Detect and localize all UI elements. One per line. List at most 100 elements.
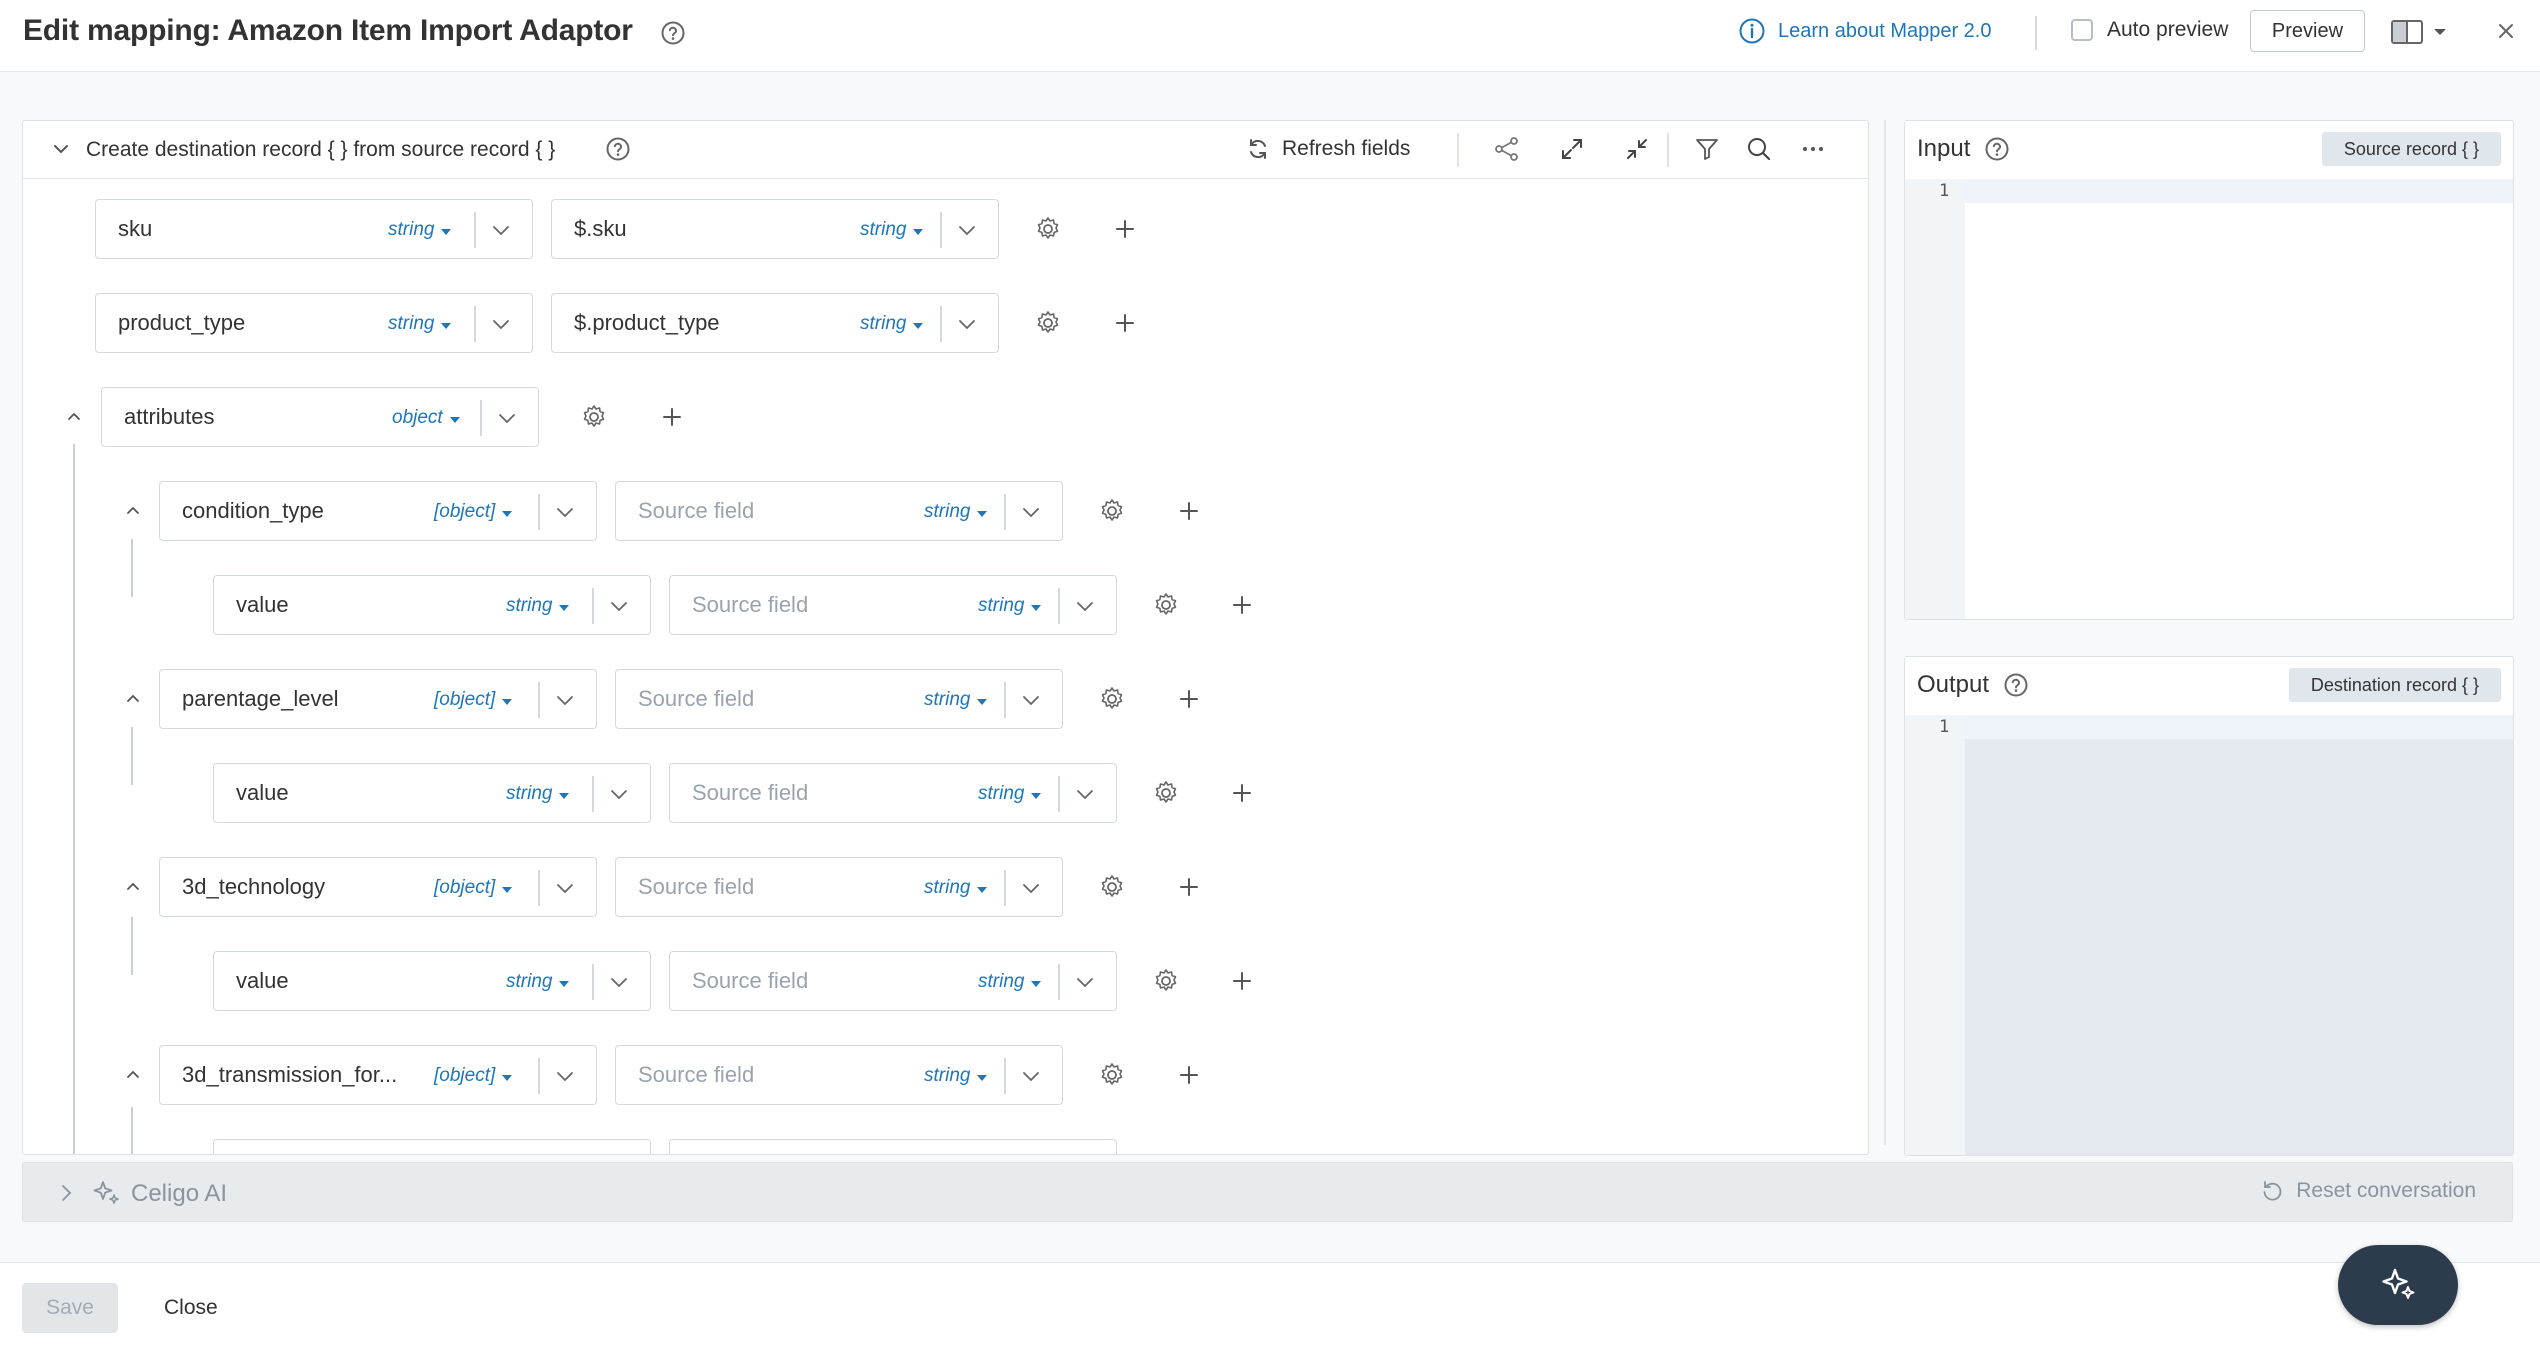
destination-type-dropdown[interactable]: object (392, 407, 460, 429)
destination-field[interactable]: value string (213, 575, 651, 635)
add-icon[interactable] (1229, 780, 1255, 806)
destination-type-dropdown[interactable]: string (506, 783, 570, 805)
destination-field[interactable]: product_type string (95, 293, 533, 353)
settings-gear-icon[interactable] (1033, 214, 1063, 244)
chevron-up-icon[interactable] (125, 879, 141, 895)
destination-type-dropdown[interactable]: string (506, 971, 570, 993)
chevron-down-icon[interactable] (1020, 689, 1042, 711)
add-icon[interactable] (659, 404, 685, 430)
help-icon[interactable] (1984, 136, 2010, 162)
source-field[interactable]: Source field string (669, 951, 1117, 1011)
ai-assistant-button[interactable] (2338, 1245, 2458, 1325)
destination-field[interactable]: condition_type [object] (159, 481, 597, 541)
celigo-ai-bar[interactable]: Celigo AI Reset conversation (22, 1162, 2513, 1222)
source-type-dropdown[interactable]: string (860, 313, 924, 335)
settings-gear-icon[interactable] (1097, 496, 1127, 526)
destination-field[interactable]: 3d_technology [object] (159, 857, 597, 917)
help-icon[interactable] (605, 136, 631, 162)
settings-gear-icon[interactable] (1151, 778, 1181, 808)
destination-type-dropdown[interactable]: [object] (434, 501, 513, 523)
chevron-down-icon[interactable] (554, 501, 576, 523)
help-icon[interactable] (660, 20, 686, 46)
chevron-down-icon[interactable] (1020, 1065, 1042, 1087)
chevron-down-icon[interactable] (554, 1065, 576, 1087)
chevron-down-icon[interactable] (490, 219, 512, 241)
source-field[interactable]: Source field string (669, 763, 1117, 823)
add-icon[interactable] (1176, 874, 1202, 900)
source-field[interactable] (669, 1139, 1117, 1154)
chevron-down-icon[interactable] (608, 783, 630, 805)
source-type-dropdown[interactable]: string (860, 219, 924, 241)
chevron-down-icon[interactable] (51, 139, 71, 159)
settings-gear-icon[interactable] (1033, 308, 1063, 338)
source-field[interactable]: Source field string (615, 481, 1063, 541)
chevron-down-icon[interactable] (1074, 595, 1096, 617)
source-record-badge[interactable]: Source record { } (2321, 132, 2501, 166)
chevron-up-icon[interactable] (125, 503, 141, 519)
settings-gear-icon[interactable] (1151, 966, 1181, 996)
auto-preview-checkbox[interactable] (2071, 19, 2093, 41)
source-type-dropdown[interactable]: string (924, 501, 988, 523)
share-icon[interactable] (1493, 135, 1521, 163)
settings-gear-icon[interactable] (1097, 1060, 1127, 1090)
layout-toggle-icon[interactable] (2390, 18, 2450, 46)
destination-type-dropdown[interactable]: string (388, 219, 452, 241)
settings-gear-icon[interactable] (1151, 590, 1181, 620)
chevron-down-icon[interactable] (1074, 783, 1096, 805)
destination-field[interactable]: parentage_level [object] (159, 669, 597, 729)
destination-type-dropdown[interactable]: [object] (434, 689, 513, 711)
destination-type-dropdown[interactable]: [object] (434, 1065, 513, 1087)
search-icon[interactable] (1745, 135, 1773, 163)
settings-gear-icon[interactable] (1097, 872, 1127, 902)
chevron-down-icon[interactable] (956, 219, 978, 241)
chevron-right-icon[interactable] (56, 1182, 76, 1204)
chevron-down-icon[interactable] (1020, 501, 1042, 523)
add-icon[interactable] (1112, 216, 1138, 242)
reset-conversation-button[interactable]: Reset conversation (2260, 1179, 2476, 1203)
help-icon[interactable] (2003, 672, 2029, 698)
more-options-icon[interactable] (1799, 135, 1827, 163)
source-field[interactable]: Source field string (615, 669, 1063, 729)
source-field[interactable]: Source field string (615, 1045, 1063, 1105)
destination-field[interactable]: value string (213, 951, 651, 1011)
settings-gear-icon[interactable] (579, 402, 609, 432)
refresh-fields-button[interactable]: Refresh fields (1246, 137, 1410, 161)
expand-icon[interactable] (1558, 135, 1586, 163)
source-type-dropdown[interactable]: string (978, 595, 1042, 617)
input-editor[interactable]: 1 (1905, 179, 2513, 619)
add-icon[interactable] (1112, 310, 1138, 336)
destination-field[interactable]: sku string (95, 199, 533, 259)
destination-type-dropdown[interactable]: [object] (434, 877, 513, 899)
chevron-down-icon[interactable] (554, 877, 576, 899)
source-type-dropdown[interactable]: string (924, 689, 988, 711)
chevron-down-icon[interactable] (490, 313, 512, 335)
add-icon[interactable] (1229, 968, 1255, 994)
chevron-down-icon[interactable] (608, 971, 630, 993)
destination-field[interactable]: 3d_transmission_for... [object] (159, 1045, 597, 1105)
chevron-down-icon[interactable] (1020, 877, 1042, 899)
source-field[interactable]: $.sku string (551, 199, 999, 259)
collapse-icon[interactable] (1623, 135, 1651, 163)
auto-preview-toggle[interactable]: Auto preview (2071, 18, 2228, 42)
add-icon[interactable] (1229, 592, 1255, 618)
chevron-up-icon[interactable] (125, 1067, 141, 1083)
source-type-dropdown[interactable]: string (924, 1065, 988, 1087)
chevron-up-icon[interactable] (125, 691, 141, 707)
source-field[interactable]: Source field string (669, 575, 1117, 635)
add-icon[interactable] (1176, 1062, 1202, 1088)
chevron-down-icon[interactable] (956, 313, 978, 335)
filter-icon[interactable] (1693, 135, 1721, 163)
chevron-up-icon[interactable] (66, 409, 82, 425)
learn-mapper-link[interactable]: Learn about Mapper 2.0 (1738, 17, 1992, 45)
destination-field[interactable]: attributes object (101, 387, 539, 447)
destination-type-dropdown[interactable]: string (388, 313, 452, 335)
destination-record-badge[interactable]: Destination record { } (2288, 668, 2501, 702)
close-button[interactable]: Close (148, 1283, 234, 1333)
chevron-down-icon[interactable] (496, 407, 518, 429)
destination-field[interactable] (213, 1139, 651, 1154)
add-icon[interactable] (1176, 686, 1202, 712)
destination-type-dropdown[interactable]: string (506, 595, 570, 617)
chevron-down-icon[interactable] (554, 689, 576, 711)
source-type-dropdown[interactable]: string (978, 971, 1042, 993)
save-button[interactable]: Save (22, 1283, 118, 1333)
